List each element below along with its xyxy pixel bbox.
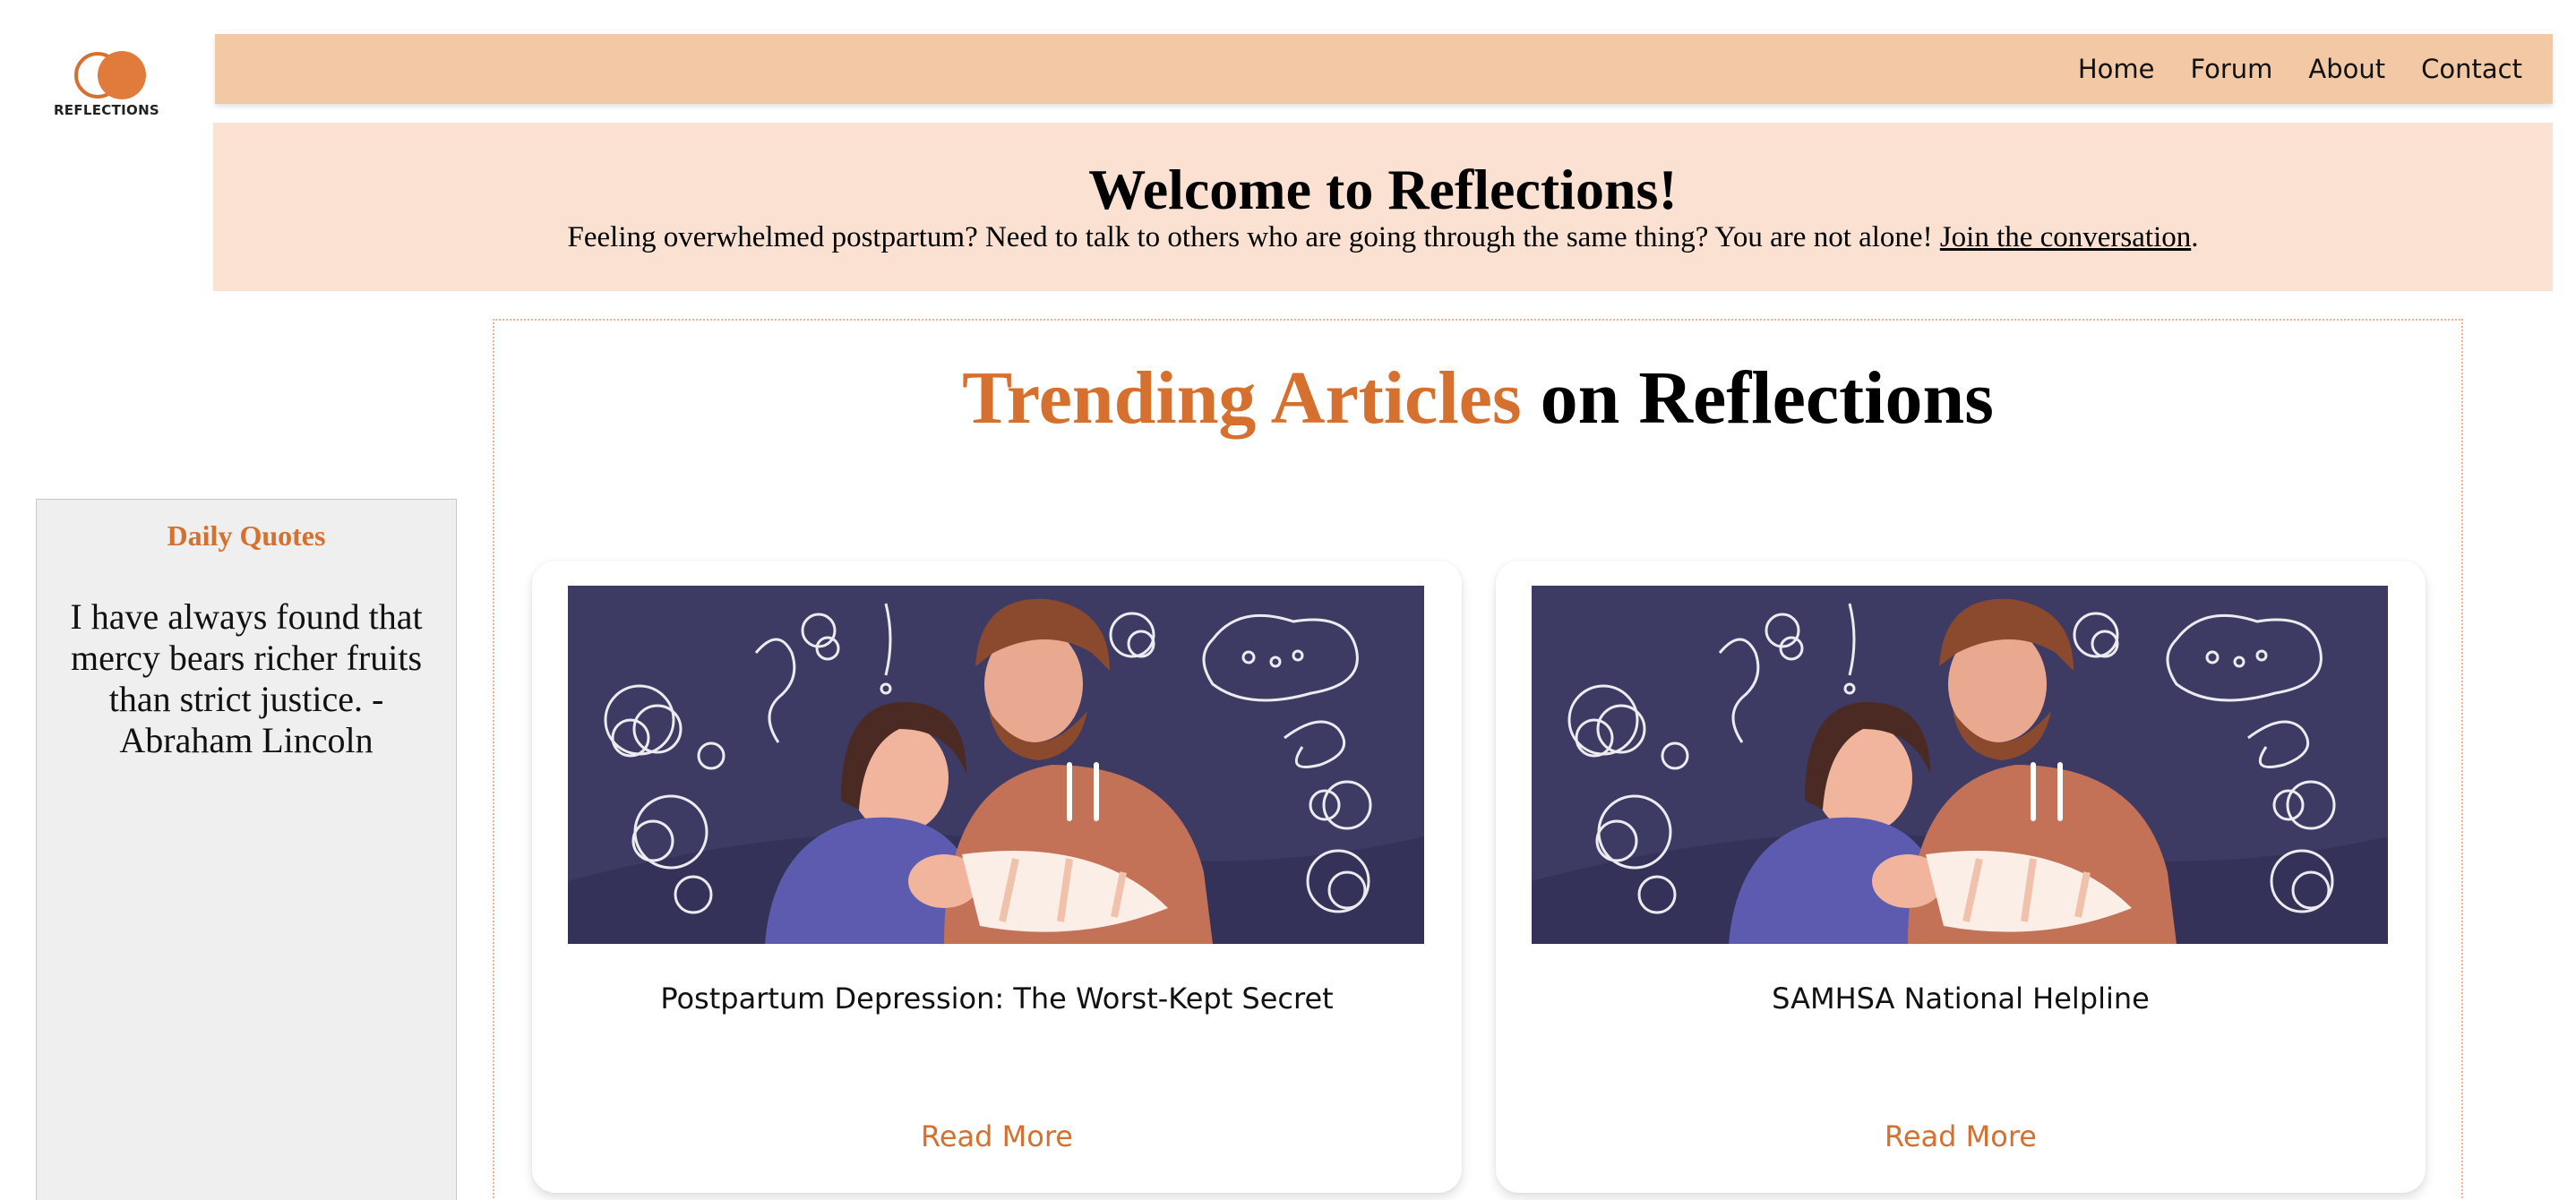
postpartum-family-illustration-icon <box>1532 586 2388 944</box>
nav-links: Home Forum About Contact <box>2078 34 2522 104</box>
article-image <box>568 586 1424 944</box>
nav-forum-link[interactable]: Forum <box>2190 54 2272 84</box>
nav-about-link[interactable]: About <box>2308 54 2385 84</box>
nav-contact-link[interactable]: Contact <box>2421 54 2522 84</box>
logo-text: REFLECTIONS <box>53 102 160 118</box>
article-card[interactable]: Postpartum Depression: The Worst-Kept Se… <box>532 561 1462 1193</box>
welcome-banner: Welcome to Reflections! Feeling overwhel… <box>213 123 2553 291</box>
welcome-subtitle: Feeling overwhelmed postpartum? Need to … <box>213 221 2553 254</box>
welcome-subtitle-text: Feeling overwhelmed postpartum? Need to … <box>567 221 1940 253</box>
read-more-button[interactable]: Read More <box>1496 1119 2426 1153</box>
trending-articles-section: Trending Articles on Reflections Postpar… <box>493 319 2463 1200</box>
postpartum-family-illustration-icon <box>568 586 1424 944</box>
read-more-button[interactable]: Read More <box>532 1119 1462 1153</box>
article-card[interactable]: SAMHSA National Helpline Read More <box>1496 561 2426 1193</box>
daily-quote-text: I have always found that mercy bears ric… <box>70 596 423 760</box>
logo-circles-icon <box>74 51 146 99</box>
welcome-subtitle-period: . <box>2191 221 2199 253</box>
join-conversation-link[interactable]: Join the conversation <box>1940 221 2191 253</box>
trending-title: Trending Articles on Reflections <box>494 355 2461 441</box>
top-navbar: Home Forum About Contact <box>215 34 2553 104</box>
article-title: Postpartum Depression: The Worst-Kept Se… <box>660 981 1334 1016</box>
daily-quotes-title: Daily Quotes <box>167 519 326 552</box>
trending-title-accent: Trending Articles <box>962 356 1522 440</box>
trending-title-rest: on Reflections <box>1521 356 1994 440</box>
article-image <box>1532 586 2388 944</box>
reflections-logo[interactable]: REFLECTIONS <box>39 36 174 125</box>
article-title: SAMHSA National Helpline <box>1772 981 2150 1016</box>
welcome-title: Welcome to Reflections! <box>1088 158 1678 221</box>
nav-home-link[interactable]: Home <box>2078 54 2155 84</box>
daily-quotes-panel: Daily Quotes I have always found that me… <box>36 499 457 1200</box>
